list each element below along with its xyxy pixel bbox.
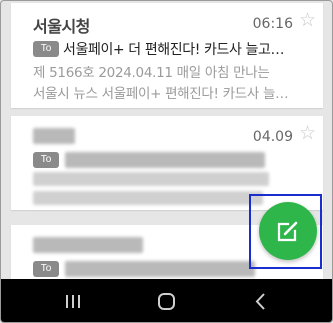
- blurred-preview-1: [33, 172, 269, 186]
- home-icon: [158, 293, 175, 310]
- mail-time: 04.09: [252, 129, 293, 145]
- mail-time: 06:16: [252, 16, 293, 32]
- mail-preview-line-1: 제 5166호 2024.04.11 매일 아침 만나는: [33, 65, 270, 81]
- screen: 서울시청 06:16 ☆ To 서울페이+ 더 편해진다! 카드사 늘고… 제 …: [0, 0, 333, 323]
- to-badge: To: [33, 41, 59, 57]
- to-badge: To: [33, 261, 59, 277]
- to-badge: To: [33, 152, 59, 168]
- back-button[interactable]: [231, 279, 291, 322]
- blurred-sender: [33, 237, 143, 253]
- mail-sender: 서울시청: [33, 17, 90, 36]
- blurred-sender: [33, 128, 75, 144]
- blurred-subject: [65, 261, 255, 277]
- blurred-preview-2: [33, 191, 263, 205]
- mail-preview-line-2: 서울시 뉴스 서울페이+ 편해진다! 카드사 늘…: [33, 86, 289, 102]
- home-button[interactable]: [137, 279, 197, 322]
- blurred-subject: [65, 152, 265, 168]
- highlight-box: [249, 194, 322, 269]
- navigation-bar: [1, 279, 332, 322]
- recent-apps-button[interactable]: [43, 279, 103, 322]
- star-icon[interactable]: ☆: [299, 11, 316, 30]
- mail-subject: 서울페이+ 더 편해진다! 카드사 늘고…: [63, 42, 285, 58]
- recent-apps-icon: [66, 295, 80, 308]
- back-icon: [255, 293, 265, 310]
- star-icon[interactable]: ☆: [299, 124, 316, 143]
- mail-item[interactable]: 서울시청 06:16 ☆ To 서울페이+ 더 편해진다! 카드사 늘고… 제 …: [11, 3, 323, 108]
